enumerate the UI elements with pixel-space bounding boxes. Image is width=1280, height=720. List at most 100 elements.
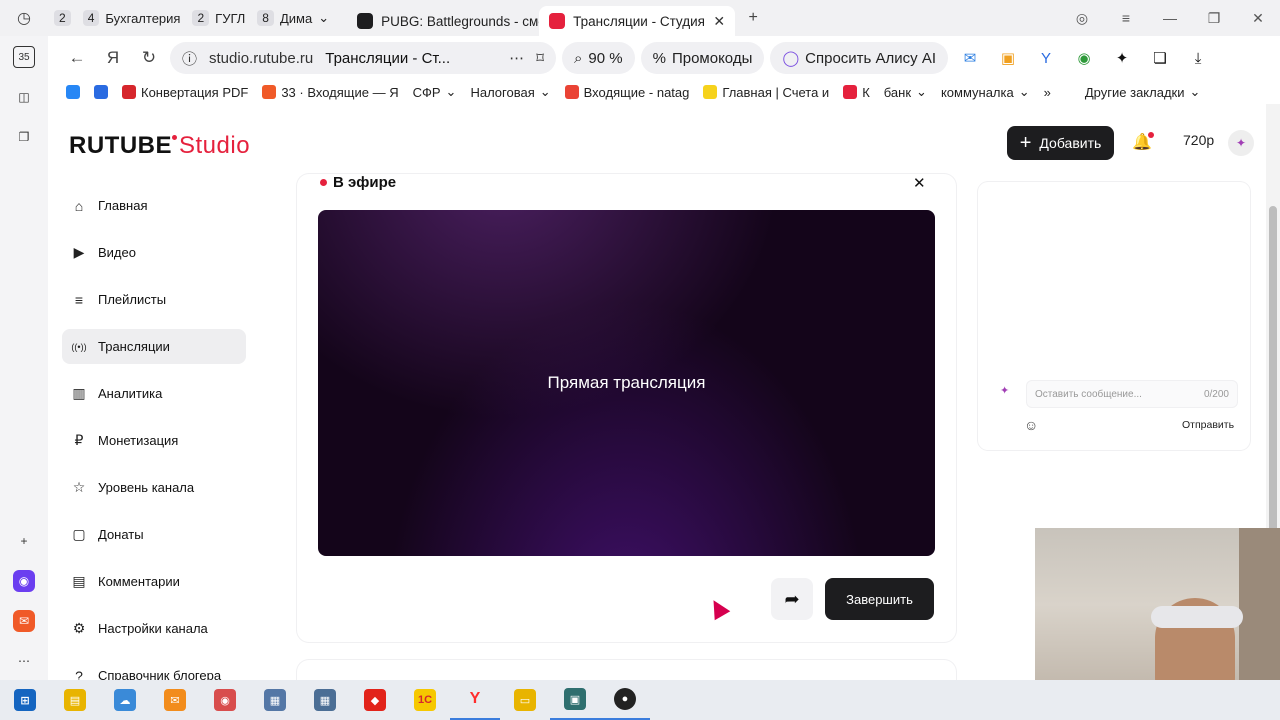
back-icon[interactable]: ← (62, 43, 92, 73)
bookmark-label: Входящие - natag (583, 84, 690, 100)
promo-button[interactable]: % Промокоды (640, 42, 765, 74)
new-tab-icon[interactable]: + (735, 0, 771, 36)
tab-group-count: 8 (257, 10, 274, 26)
extension-green-icon[interactable]: ◉ (1068, 42, 1100, 74)
close-tab-icon[interactable]: ✕ (713, 13, 725, 30)
sidebar-item-video[interactable]: ▶ Видео (62, 235, 246, 270)
bookmark-item[interactable]: Конвертация PDF (122, 85, 248, 100)
bookmark-icon[interactable]: ⌑ (536, 49, 544, 67)
restore-icon[interactable]: ❐ (1192, 10, 1236, 27)
menu-icon[interactable]: ≡ (1104, 10, 1148, 27)
scrollbar-thumb[interactable] (1269, 206, 1277, 552)
mail-bookmark[interactable] (94, 85, 108, 99)
bookmark-folder[interactable]: коммуналка ⌄ (941, 84, 1030, 100)
tab-rutube-studio[interactable]: Трансляции - Студия R ✕ (539, 6, 736, 36)
taskbar-app-anydesk[interactable]: ◆ (350, 680, 400, 720)
heart-icon (122, 85, 136, 99)
sidebar-item-channel-settings[interactable]: ⚙ Настройки канала (62, 611, 246, 646)
browser-side-panel: 35 ◫ ❐ + ◉ ✉ ⋯ (0, 36, 48, 680)
share-button[interactable]: ➦ (771, 578, 813, 620)
bookmark-item[interactable]: Главная | Счета и (703, 85, 829, 100)
collections-icon[interactable]: ❏ (1144, 42, 1176, 74)
extensions-icon[interactable]: ✦ (1106, 42, 1138, 74)
taskbar-app-explorer[interactable]: ▭ (500, 680, 550, 720)
tab-group-buhgalteriya[interactable]: 4 Бухгалтерия (77, 6, 187, 30)
messenger-icon[interactable]: ◉ (13, 570, 35, 592)
sidebar-item-donations[interactable]: ▢ Донаты (62, 517, 246, 552)
tab-group-dima[interactable]: 8 Дима ⌄ (251, 6, 335, 30)
more-icon[interactable]: ⋯ (509, 49, 524, 67)
bookmark-item[interactable]: К (843, 85, 870, 100)
close-window-icon[interactable]: ✕ (1236, 10, 1280, 27)
add-panel-icon[interactable]: + (13, 530, 35, 552)
alice-button[interactable]: ◯ Спросить Алису AI (770, 42, 949, 74)
bookmark-item[interactable]: 33 · Входящие — Я (262, 85, 399, 100)
tab-group-1[interactable]: 2 (48, 6, 77, 30)
history-icon[interactable]: ◷ (0, 0, 48, 36)
taskbar-app-1c[interactable]: 1С (400, 680, 450, 720)
vk-bookmark[interactable] (66, 85, 80, 99)
tab-group-gugl[interactable]: 2 ГУГЛ (186, 6, 251, 30)
extension-box-icon[interactable]: ▣ (992, 42, 1024, 74)
taskbar-app-disk[interactable]: ◉ (200, 680, 250, 720)
tab-group-label: Дима (279, 10, 313, 26)
taskbar-app-obs[interactable]: ● (600, 680, 650, 720)
settings-panel-icon[interactable]: ⋯ (13, 650, 35, 672)
copy-icon[interactable]: ❐ (13, 126, 35, 148)
start-button[interactable]: ⊞ (0, 680, 50, 720)
finish-stream-button[interactable]: Завершить (825, 578, 934, 620)
sidebar-item-comments[interactable]: ▤ Комментарии (62, 564, 246, 599)
download-icon[interactable]: ⤓ (1182, 42, 1214, 74)
chat-message-input[interactable]: Оставить сообщение... 0/200 (1026, 380, 1238, 408)
taskbar-app-cloud[interactable]: ☁ (100, 680, 150, 720)
tab-pubg[interactable]: PUBG: Battlegrounds - смо (347, 6, 539, 36)
taskbar-app-files[interactable]: ▤ (50, 680, 100, 720)
mail-panel-icon[interactable]: ✉ (13, 610, 35, 632)
sidebar-item-streams[interactable]: ((•)) Трансляции (62, 329, 246, 364)
taskbar-app-calc[interactable]: ▦ (300, 680, 350, 720)
emoji-icon[interactable]: ☺ (1024, 417, 1038, 433)
window-controls: ◎ ≡ — ❐ ✕ (1060, 10, 1280, 27)
chat-send-button[interactable]: Отправить (1182, 419, 1234, 431)
home-icon: ⌂ (74, 197, 84, 214)
screenshot-icon[interactable]: ◫ (13, 86, 35, 108)
extension-y-icon[interactable]: Y (1030, 42, 1062, 74)
more-bookmarks-icon[interactable]: » (1044, 85, 1051, 100)
sidebar-item-label: Аналитика (98, 386, 163, 401)
analytics-icon: ▥ (72, 385, 86, 401)
sidebar-item-home[interactable]: ⌂ Главная (62, 188, 246, 223)
sidebar-item-playlists[interactable]: ≡ Плейлисты (62, 282, 246, 317)
tab-group-label: Бухгалтерия (105, 10, 181, 26)
sidebar-item-analytics[interactable]: ▥ Аналитика (62, 376, 246, 411)
bookmark-folder[interactable]: банк ⌄ (884, 84, 927, 100)
notifications-bell-icon[interactable]: 🔔 (1132, 132, 1154, 154)
chevron-down-icon: ⌄ (1018, 84, 1030, 99)
bookmark-folder[interactable]: СФР ⌄ (413, 84, 457, 100)
site-info-icon[interactable]: ⓘ (182, 48, 197, 69)
extension-mail-icon[interactable]: ✉ (954, 42, 986, 74)
sidebar-item-channel-level[interactable]: ☆ Уровень канала (62, 470, 246, 505)
taskbar-app-mail[interactable]: ✉ (150, 680, 200, 720)
other-bookmarks[interactable]: Другие закладки ⌄ (1085, 84, 1201, 100)
add-button[interactable]: + Добавить (1007, 126, 1114, 160)
stream-player[interactable]: Прямая трансляция (318, 210, 935, 556)
bookmark-item[interactable]: Входящие - natag (564, 84, 690, 100)
avatar[interactable]: ✦ (1228, 130, 1254, 156)
calendar-badge[interactable]: 35 (13, 46, 35, 68)
rutube-studio-logo[interactable]: RUTUBE Studio (69, 132, 250, 160)
taskbar-app-window[interactable]: ▣ (550, 680, 600, 720)
quality-badge[interactable]: 720p (1183, 132, 1214, 148)
zoom-button[interactable]: ⌕ 90 % (562, 42, 635, 74)
reload-icon[interactable]: ↻ (134, 43, 164, 73)
minimize-icon[interactable]: — (1148, 10, 1192, 27)
bookmark-folder[interactable]: Налоговая ⌄ (470, 84, 550, 100)
comment-icon: ▤ (72, 573, 86, 589)
close-icon[interactable]: ✕ (913, 174, 926, 192)
profile-icon[interactable]: ◎ (1060, 10, 1104, 27)
taskbar-app-notes[interactable]: ▦ (250, 680, 300, 720)
url-field[interactable]: ⓘ studio.rutube.ru Трансляции - Ст... ⋯ … (170, 42, 556, 74)
vk-icon (66, 85, 80, 99)
yandex-icon[interactable]: Я (98, 43, 128, 73)
taskbar-app-yandex[interactable]: Y (450, 680, 500, 720)
sidebar-item-monetization[interactable]: ₽ Монетизация (62, 423, 246, 458)
